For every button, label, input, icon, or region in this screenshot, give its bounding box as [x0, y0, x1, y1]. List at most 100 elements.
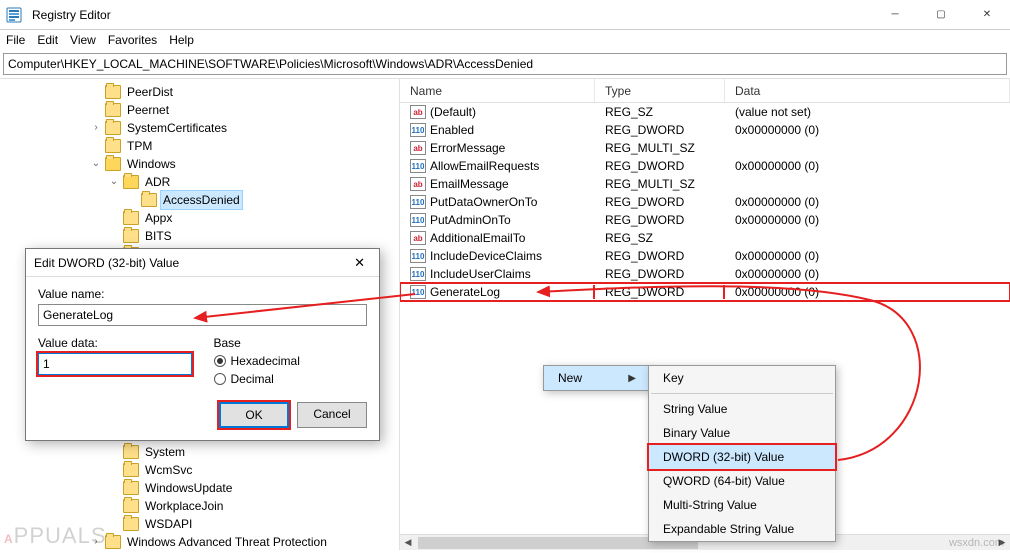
- ok-button[interactable]: OK: [219, 402, 289, 428]
- ctx-expandstring[interactable]: Expandable String Value: [649, 517, 835, 541]
- tree-label[interactable]: WSDAPI: [142, 515, 195, 533]
- tree-node[interactable]: ⌄ Windows: [0, 155, 399, 173]
- dialog-titlebar[interactable]: Edit DWORD (32-bit) Value ✕: [26, 249, 379, 277]
- binary-value-icon: 110: [410, 249, 426, 263]
- value-row[interactable]: 110GenerateLogREG_DWORD0x00000000 (0): [400, 283, 1010, 301]
- chevron-right-icon[interactable]: ›: [90, 119, 102, 137]
- tree-node[interactable]: System: [0, 443, 399, 461]
- tree-label[interactable]: WcmSvc: [142, 461, 195, 479]
- menu-view[interactable]: View: [70, 33, 96, 47]
- folder-icon: [105, 157, 121, 171]
- cancel-button[interactable]: Cancel: [297, 402, 367, 428]
- base-label: Base: [214, 336, 368, 350]
- value-row[interactable]: abEmailMessageREG_MULTI_SZ: [400, 175, 1010, 193]
- scroll-left-icon[interactable]: ◀: [400, 535, 416, 551]
- folder-icon: [123, 445, 139, 459]
- binary-value-icon: 110: [410, 123, 426, 137]
- ctx-key[interactable]: Key: [649, 366, 835, 390]
- radio-hex[interactable]: Hexadecimal: [214, 354, 368, 368]
- menubar: File Edit View Favorites Help: [0, 30, 1010, 50]
- value-row[interactable]: 110AllowEmailRequestsREG_DWORD0x00000000…: [400, 157, 1010, 175]
- maximize-button[interactable]: ▢: [918, 0, 964, 30]
- value-name: GenerateLog: [430, 285, 500, 299]
- tree-node[interactable]: PeerDist: [0, 83, 399, 101]
- value-row[interactable]: abAdditionalEmailToREG_SZ: [400, 229, 1010, 247]
- value-data-label: Value data:: [38, 336, 192, 350]
- tree-label[interactable]: WorkplaceJoin: [142, 497, 226, 515]
- ctx-binary[interactable]: Binary Value: [649, 421, 835, 445]
- value-row[interactable]: 110PutDataOwnerOnToREG_DWORD0x00000000 (…: [400, 193, 1010, 211]
- window-controls: ─ ▢ ✕: [872, 0, 1010, 30]
- value-type: REG_DWORD: [595, 123, 725, 137]
- tree-label[interactable]: Windows Advanced Threat Protection: [124, 533, 330, 550]
- tree-label[interactable]: AccessDenied: [160, 190, 243, 210]
- tree-node[interactable]: BITS: [0, 227, 399, 245]
- col-type[interactable]: Type: [595, 79, 725, 102]
- menu-favorites[interactable]: Favorites: [108, 33, 157, 47]
- tree-node[interactable]: Peernet: [0, 101, 399, 119]
- chevron-down-icon[interactable]: ⌄: [108, 173, 120, 191]
- value-data-input[interactable]: [38, 353, 192, 375]
- minimize-button[interactable]: ─: [872, 0, 918, 30]
- dialog-close-button[interactable]: ✕: [348, 253, 371, 273]
- radio-dot-icon: [214, 355, 226, 367]
- tree-node[interactable]: Appx: [0, 209, 399, 227]
- context-menu-new: New▶: [543, 365, 651, 391]
- binary-value-icon: 110: [410, 213, 426, 227]
- tree-node[interactable]: WorkplaceJoin: [0, 497, 399, 515]
- ctx-string[interactable]: String Value: [649, 397, 835, 421]
- folder-icon: [105, 535, 121, 549]
- value-row[interactable]: ab(Default)REG_SZ(value not set): [400, 103, 1010, 121]
- value-name-input[interactable]: [38, 304, 367, 326]
- value-data: 0x00000000 (0): [725, 123, 1010, 137]
- window-title: Registry Editor: [28, 8, 872, 22]
- tree-node[interactable]: WindowsUpdate: [0, 479, 399, 497]
- value-row[interactable]: abErrorMessageREG_MULTI_SZ: [400, 139, 1010, 157]
- tree-label[interactable]: SystemCertificates: [124, 119, 230, 137]
- value-type: REG_SZ: [595, 231, 725, 245]
- value-row[interactable]: 110IncludeUserClaimsREG_DWORD0x00000000 …: [400, 265, 1010, 283]
- watermark-left: AAPPUALSPPUALS: [4, 523, 107, 549]
- binary-value-icon: 110: [410, 285, 426, 299]
- ctx-multistring[interactable]: Multi-String Value: [649, 493, 835, 517]
- tree-label[interactable]: PeerDist: [124, 83, 176, 101]
- col-name[interactable]: Name: [400, 79, 595, 102]
- menu-help[interactable]: Help: [169, 33, 194, 47]
- value-row[interactable]: 110IncludeDeviceClaimsREG_DWORD0x0000000…: [400, 247, 1010, 265]
- value-data: 0x00000000 (0): [725, 267, 1010, 281]
- value-name: IncludeUserClaims: [430, 267, 531, 281]
- value-row[interactable]: 110PutAdminOnToREG_DWORD0x00000000 (0): [400, 211, 1010, 229]
- tree-node[interactable]: ⌄ ADR: [0, 173, 399, 191]
- tree-node[interactable]: WcmSvc: [0, 461, 399, 479]
- tree-label[interactable]: ADR: [142, 173, 173, 191]
- chevron-down-icon[interactable]: ⌄: [90, 155, 102, 173]
- value-name: (Default): [430, 105, 476, 119]
- address-bar[interactable]: Computer\HKEY_LOCAL_MACHINE\SOFTWARE\Pol…: [3, 53, 1007, 75]
- radio-dec[interactable]: Decimal: [214, 372, 368, 386]
- close-button[interactable]: ✕: [964, 0, 1010, 30]
- tree-label[interactable]: WindowsUpdate: [142, 479, 235, 497]
- tree-label[interactable]: BITS: [142, 227, 175, 245]
- tree-node[interactable]: AccessDenied: [0, 191, 399, 209]
- ctx-new[interactable]: New▶: [544, 366, 650, 390]
- value-type: REG_MULTI_SZ: [595, 141, 725, 155]
- value-name: PutDataOwnerOnTo: [430, 195, 537, 209]
- col-data[interactable]: Data: [725, 79, 1010, 102]
- value-type: REG_MULTI_SZ: [595, 177, 725, 191]
- folder-icon: [123, 229, 139, 243]
- menu-file[interactable]: File: [6, 33, 25, 47]
- tree-label[interactable]: TPM: [124, 137, 155, 155]
- tree-node[interactable]: TPM: [0, 137, 399, 155]
- titlebar: Registry Editor ─ ▢ ✕: [0, 0, 1010, 30]
- folder-icon: [141, 193, 157, 207]
- ctx-dword[interactable]: DWORD (32-bit) Value: [649, 445, 835, 469]
- folder-icon: [105, 121, 121, 135]
- tree-label[interactable]: Windows: [124, 155, 179, 173]
- tree-label[interactable]: Appx: [142, 209, 175, 227]
- ctx-qword[interactable]: QWORD (64-bit) Value: [649, 469, 835, 493]
- menu-edit[interactable]: Edit: [37, 33, 58, 47]
- tree-label[interactable]: System: [142, 443, 188, 461]
- value-row[interactable]: 110EnabledREG_DWORD0x00000000 (0): [400, 121, 1010, 139]
- tree-node[interactable]: › SystemCertificates: [0, 119, 399, 137]
- tree-label[interactable]: Peernet: [124, 101, 172, 119]
